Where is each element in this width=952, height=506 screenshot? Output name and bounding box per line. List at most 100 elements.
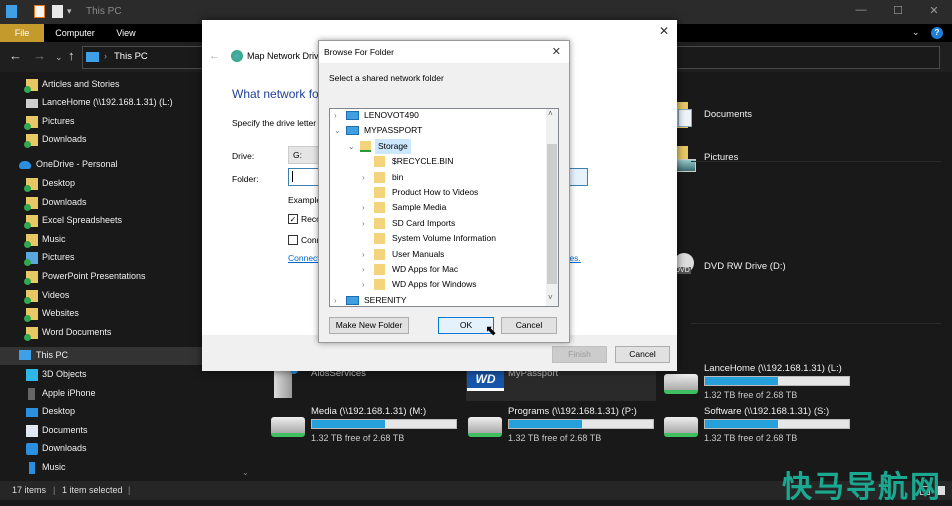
- expand-chevron-icon[interactable]: ›: [362, 262, 365, 277]
- folder-icon: [24, 326, 38, 341]
- tree-node-label: Sample Media: [392, 202, 447, 213]
- close-button[interactable]: ✕: [920, 4, 948, 20]
- back-button[interactable]: ←: [9, 48, 22, 63]
- back-button[interactable]: ←: [209, 50, 220, 62]
- tab-view[interactable]: View: [108, 24, 144, 42]
- expand-chevron-icon[interactable]: ⌄: [334, 123, 341, 138]
- computer-icon: [346, 295, 359, 305]
- watermark: 快马导航网: [782, 470, 942, 505]
- nav-item-pc-downloads[interactable]: Downloads: [0, 440, 254, 458]
- scroll-up-icon[interactable]: ˄: [548, 109, 553, 118]
- expand-chevron-icon[interactable]: ›: [334, 293, 337, 306]
- new-folder-icon[interactable]: [52, 5, 63, 18]
- drive-free-space: 1.32 TB free of 2.68 TB: [704, 390, 798, 400]
- tree-node-wd-apps-for-windows[interactable]: › WD Apps for Windows: [330, 277, 546, 292]
- nav-item-pc-desktop[interactable]: Desktop: [0, 403, 254, 421]
- tab-file[interactable]: File: [0, 24, 44, 42]
- folder-documents[interactable]: Documents: [704, 109, 752, 120]
- nav-item-label: Videos: [42, 289, 70, 300]
- nav-item-pc-documents[interactable]: Documents: [0, 422, 254, 440]
- minimize-button[interactable]: —: [847, 4, 875, 20]
- dialog-cancel-button[interactable]: Cancel: [501, 317, 557, 334]
- expand-ribbon-icon[interactable]: ⌄: [912, 27, 920, 38]
- folder-icon: [24, 308, 38, 323]
- scroll-down-icon[interactable]: ˅: [548, 293, 553, 302]
- drive-usage-fill: [705, 420, 779, 428]
- drive-free-space: 1.32 TB free of 2.68 TB: [704, 433, 798, 443]
- dvd-drive[interactable]: DVD RW Drive (D:): [704, 261, 786, 272]
- tree-node-storage[interactable]: ⌄ Storage: [330, 138, 546, 154]
- drive-usage-bar: [704, 419, 850, 429]
- expand-chevron-icon[interactable]: ›: [334, 109, 337, 123]
- tree-node-product-how-to-videos[interactable]: Product How to Videos: [330, 185, 546, 200]
- documents-icon: [26, 424, 38, 437]
- computer-icon: [346, 126, 359, 136]
- recent-locations-icon[interactable]: ⌄: [55, 52, 63, 63]
- nav-item-pc-music[interactable]: Music: [0, 459, 254, 477]
- close-dialog-button[interactable]: ✕: [552, 45, 561, 58]
- folder-icon: [374, 248, 385, 260]
- tree-node-user-manuals[interactable]: › User Manuals: [330, 247, 546, 262]
- folder-icon: [374, 202, 385, 214]
- expand-chevron-icon[interactable]: ›: [362, 170, 365, 185]
- tree-scrollbar[interactable]: ˄ ˅: [546, 109, 558, 306]
- divider: [691, 161, 941, 162]
- tree-node-label: LENOVOT490: [364, 110, 419, 120]
- scroll-thumb[interactable]: [547, 144, 557, 284]
- tree-node-sd-card-imports[interactable]: › SD Card Imports: [330, 216, 546, 231]
- text-cursor: [292, 171, 293, 182]
- maximize-button[interactable]: ☐: [884, 4, 912, 20]
- forward-button[interactable]: →: [33, 48, 46, 63]
- folder-icon: [24, 271, 38, 285]
- divider: [691, 323, 941, 324]
- tree-node-sample-media[interactable]: › Sample Media: [330, 200, 546, 215]
- network-drive-label[interactable]: LanceHome (\\192.168.1.31) (L:): [704, 363, 842, 374]
- breadcrumb-this-pc[interactable]: This PC: [114, 51, 148, 62]
- drive-usage-bar: [311, 419, 457, 429]
- desktop-icon: [26, 408, 38, 418]
- tree-node--recycle-bin[interactable]: $RECYCLE.BIN: [330, 154, 546, 169]
- drive-free-space: 1.32 TB free of 2.68 TB: [508, 433, 602, 443]
- folder-tree[interactable]: › LENOVOT490 ⌄ MYPASSPORT ⌄ Storage $RECYCLE.B…: [329, 108, 559, 307]
- tree-node-wd-apps-for-mac[interactable]: › WD Apps for Mac: [330, 262, 546, 277]
- expand-chevron-icon[interactable]: ›: [362, 200, 365, 215]
- customize-quick-access-icon[interactable]: ▾: [67, 6, 72, 17]
- nav-item-label: 3D Objects: [42, 369, 87, 379]
- folder-icon: [374, 217, 385, 229]
- tree-node-bin[interactable]: › bin: [330, 170, 546, 185]
- tab-computer[interactable]: Computer: [50, 24, 100, 42]
- onedrive-icon: [19, 161, 31, 169]
- tree-node-lenovot490[interactable]: › LENOVOT490: [330, 109, 546, 123]
- tree-node-label: $RECYCLE.BIN: [392, 156, 454, 167]
- network-drive-label[interactable]: Programs (\\192.168.1.31) (P:): [508, 406, 637, 417]
- tree-node-serenity[interactable]: › SERENITY: [330, 293, 546, 306]
- reconnect-checkbox[interactable]: ✓: [288, 214, 298, 224]
- folder-icon: [374, 156, 385, 168]
- help-icon[interactable]: ?: [931, 27, 943, 39]
- expand-chevron-icon[interactable]: ⌄: [348, 139, 355, 154]
- expand-chevron-icon[interactable]: ›: [362, 216, 365, 231]
- credentials-checkbox[interactable]: [288, 235, 298, 245]
- finish-button[interactable]: Finish: [552, 346, 607, 363]
- wizard-cancel-button[interactable]: Cancel: [615, 346, 670, 363]
- make-new-folder-button[interactable]: Make New Folder: [329, 317, 409, 334]
- nav-item-label: Music: [42, 233, 66, 244]
- nav-item-pc-apple-iphone[interactable]: Apple iPhone: [0, 385, 254, 403]
- this-pc-icon: [6, 5, 17, 18]
- nav-item-label: Word Documents: [42, 326, 112, 337]
- drive-free-space: 1.32 TB free of 2.68 TB: [311, 433, 405, 443]
- properties-icon[interactable]: [34, 5, 45, 18]
- tree-node-system-volume-information[interactable]: System Volume Information: [330, 231, 546, 246]
- network-drive-label[interactable]: Software (\\192.168.1.31) (S:): [704, 406, 829, 417]
- network-drive-icon: [231, 50, 243, 62]
- expand-chevron-icon[interactable]: ›: [362, 277, 365, 292]
- nav-item-label: Websites: [42, 308, 79, 319]
- folder-label: Folder:: [232, 174, 259, 184]
- up-button[interactable]: ↑: [68, 48, 75, 63]
- network-drive-label[interactable]: Media (\\192.168.1.31) (M:): [311, 406, 426, 417]
- tree-node-mypassport[interactable]: ⌄ MYPASSPORT: [330, 123, 546, 138]
- close-wizard-button[interactable]: ✕: [659, 24, 669, 38]
- nav-item-label: Pictures: [42, 252, 75, 263]
- expand-chevron-icon[interactable]: ›: [362, 247, 365, 262]
- window-title: This PC: [86, 6, 122, 17]
